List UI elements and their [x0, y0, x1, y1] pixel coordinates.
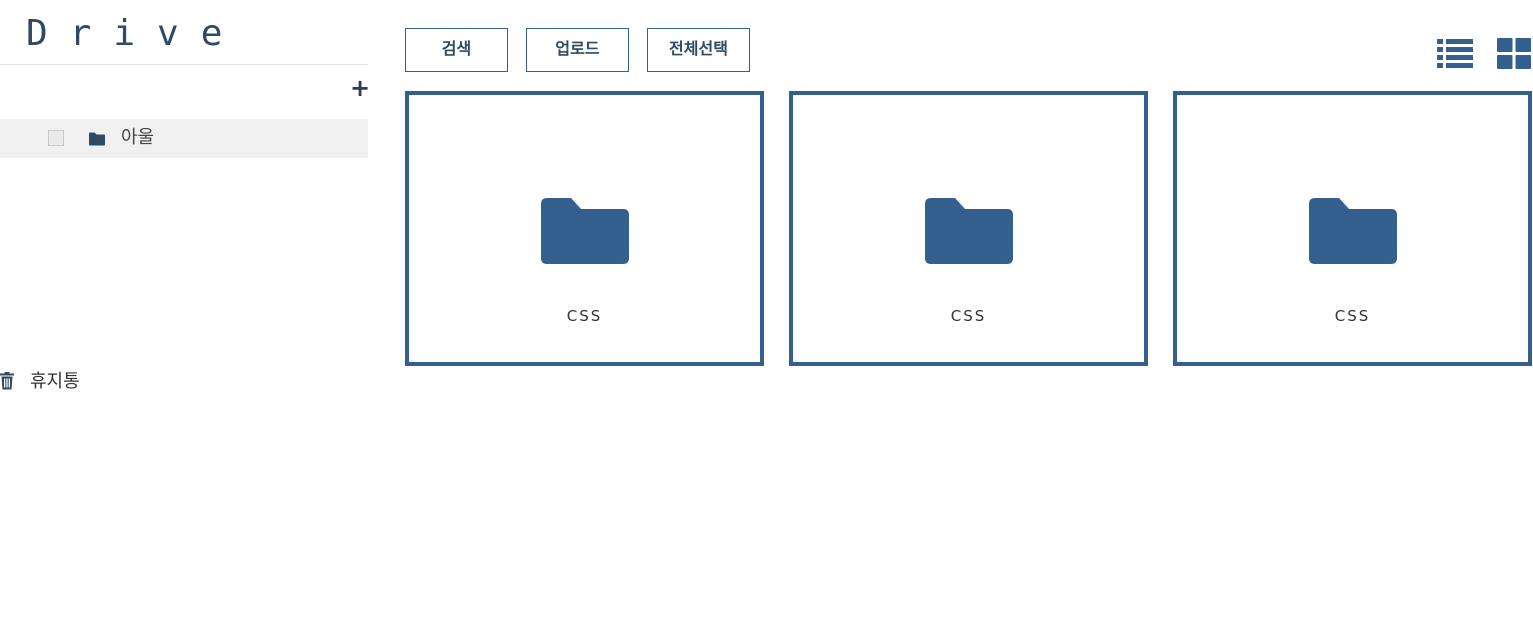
- grid-view-icon[interactable]: [1497, 38, 1531, 73]
- folder-name: CSS: [950, 307, 987, 325]
- app-logo: Drive: [26, 13, 245, 54]
- trash-icon: [0, 372, 14, 394]
- list-view-icon[interactable]: [1437, 38, 1473, 72]
- folder-card[interactable]: CSS: [405, 91, 764, 366]
- folder-icon: [925, 198, 1013, 268]
- folder-icon: [541, 198, 629, 268]
- folder-icon: [1309, 198, 1397, 268]
- folder-checkbox[interactable]: [48, 130, 64, 146]
- folder-name: CSS: [1334, 307, 1371, 325]
- divider: [0, 64, 368, 65]
- folder-icon: [88, 131, 106, 150]
- folder-card[interactable]: CSS: [789, 91, 1148, 366]
- sidebar: Drive + 아울 휴지통: [0, 0, 370, 631]
- add-folder-button[interactable]: +: [350, 76, 370, 100]
- drive-page: Drive + 아울 휴지통 검색 업로드 전체선택 CSS CSS CSS: [0, 0, 1533, 631]
- upload-button[interactable]: 업로드: [526, 28, 629, 72]
- search-button[interactable]: 검색: [405, 28, 508, 72]
- sidebar-folder-item[interactable]: 아울: [0, 119, 368, 158]
- sidebar-folder-label: 아울: [121, 127, 155, 148]
- trash-label: 휴지통: [30, 371, 80, 392]
- folder-card[interactable]: CSS: [1173, 91, 1532, 366]
- folder-name: CSS: [566, 307, 603, 325]
- select-all-button[interactable]: 전체선택: [647, 28, 750, 72]
